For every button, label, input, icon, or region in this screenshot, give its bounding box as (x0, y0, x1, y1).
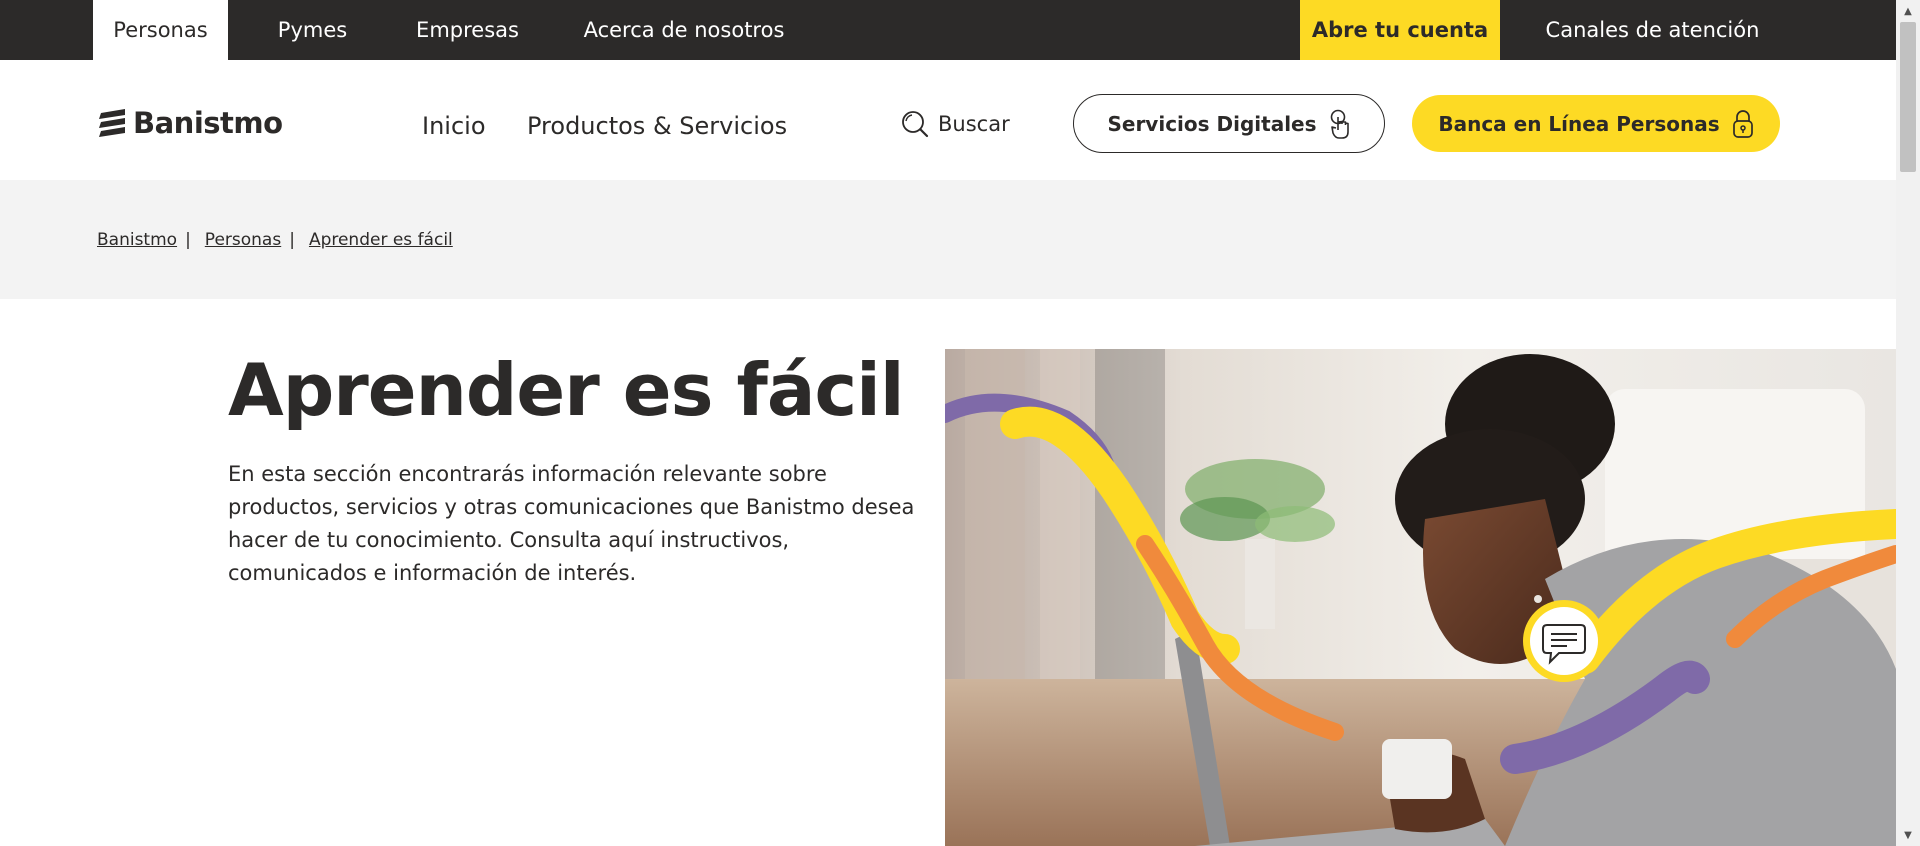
search-label: Buscar (938, 112, 1010, 136)
tab-acerca-de-nosotros[interactable]: Acerca de nosotros (575, 0, 793, 60)
logo-wordmark: Banistmo (133, 106, 283, 140)
tab-pymes[interactable]: Pymes (265, 0, 360, 60)
digital-services-label: Servicios Digitales (1107, 111, 1317, 136)
scrollbar-thumb[interactable] (1900, 22, 1916, 172)
banistmo-logo-icon (99, 109, 125, 137)
page-scrollbar[interactable]: ▲ ▼ (1896, 0, 1920, 846)
hero-image (945, 349, 1896, 846)
breadcrumb-banistmo[interactable]: Banistmo (97, 230, 177, 250)
hero-illustration (945, 349, 1896, 846)
open-account-button[interactable]: Abre tu cuenta (1300, 0, 1500, 60)
lock-icon (1732, 109, 1753, 138)
breadcrumb-aprender-es-facil[interactable]: Aprender es fácil (309, 230, 453, 250)
main-header: Banistmo Inicio Productos & Servicios Bu… (0, 60, 1896, 180)
breadcrumb-separator: | (185, 230, 191, 250)
breadcrumb-separator: | (289, 230, 295, 250)
page: Personas Pymes Empresas Acerca de nosotr… (0, 0, 1920, 846)
service-channels-link[interactable]: Canales de atención (1530, 0, 1775, 60)
chat-icon[interactable] (1523, 600, 1605, 682)
touch-icon (1330, 109, 1349, 139)
tab-empresas[interactable]: Empresas (405, 0, 530, 60)
banistmo-logo[interactable]: Banistmo (97, 106, 283, 140)
hero-description: En esta sección encontrarás información … (228, 462, 915, 585)
search-icon (902, 111, 929, 138)
search-trigger[interactable]: Buscar (900, 109, 1010, 139)
digital-services-button[interactable]: Servicios Digitales (1073, 94, 1385, 153)
breadcrumb-personas[interactable]: Personas (205, 230, 281, 250)
nav-inicio[interactable]: Inicio (422, 112, 486, 140)
breadcrumb: Banistmo | Personas | Aprender es fácil (97, 230, 453, 250)
scroll-down-icon[interactable]: ▼ (1896, 826, 1920, 844)
top-bar: Personas Pymes Empresas Acerca de nosotr… (0, 0, 1896, 60)
online-banking-label: Banca en Línea Personas (1438, 111, 1720, 136)
online-banking-button[interactable]: Banca en Línea Personas (1412, 95, 1780, 152)
tab-personas[interactable]: Personas (93, 0, 228, 60)
nav-productos-servicios[interactable]: Productos & Servicios (527, 112, 787, 140)
breadcrumb-bar: Banistmo | Personas | Aprender es fácil (0, 180, 1896, 299)
scroll-up-icon[interactable]: ▲ (1896, 2, 1920, 20)
page-title: Aprender es fácil (228, 348, 905, 432)
